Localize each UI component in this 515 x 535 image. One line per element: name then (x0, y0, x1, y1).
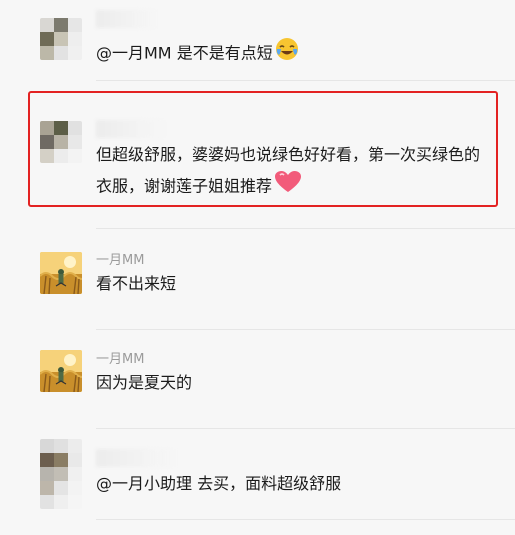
divider (96, 519, 515, 520)
author-name[interactable]: 一月MM (96, 348, 144, 367)
comment-item: @一月MM 是不是有点短 (0, 0, 515, 80)
avatar-harvest-scene[interactable] (40, 350, 82, 392)
laughing-crying-emoji-icon (275, 37, 299, 71)
comment-text: 看不出来短 (96, 274, 177, 293)
author-name[interactable]: 一月MM (96, 249, 144, 268)
comment-item: 一月MM 看不出来短 (0, 229, 515, 329)
comment-item: 一月MM 因为是夏天的 (0, 330, 515, 428)
author-name-blurred (96, 449, 176, 467)
avatar-pixelated[interactable] (40, 439, 82, 509)
comment-text: @一月MM 是不是有点短 (96, 43, 273, 63)
avatar-harvest-scene[interactable] (40, 252, 82, 294)
comment-thread: @一月MM 是不是有点短 但超级舒服，婆婆妈也说绿色好好看，第一次买绿色的衣服，… (0, 0, 515, 535)
comment-text: @一月小助理 去买，面料超级舒服 (96, 474, 342, 493)
avatar-pixelated[interactable] (40, 18, 82, 60)
red-highlight-box (28, 91, 498, 207)
author-name-blurred (96, 10, 160, 28)
comment-text: 因为是夏天的 (96, 373, 193, 392)
